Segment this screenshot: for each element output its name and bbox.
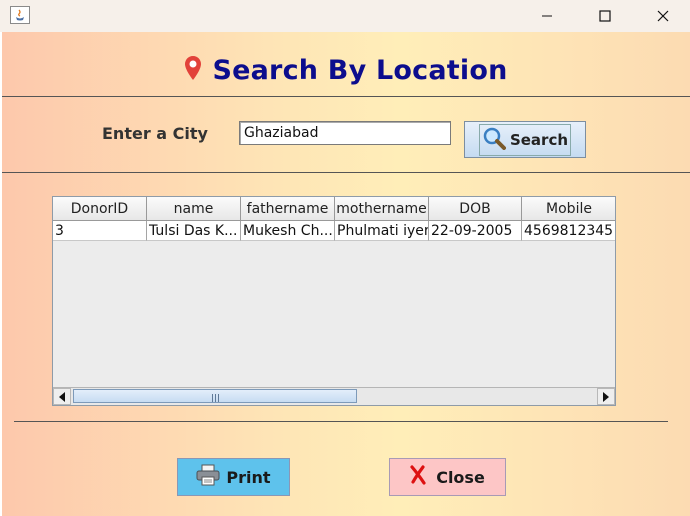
scroll-left-arrow-icon[interactable] xyxy=(53,388,71,405)
table-cell[interactable]: Tulsi Das K... xyxy=(147,221,241,241)
divider xyxy=(2,172,690,173)
title-bar xyxy=(0,0,690,32)
divider xyxy=(14,421,668,422)
printer-icon xyxy=(196,464,220,490)
horizontal-scrollbar[interactable] xyxy=(53,387,615,405)
search-button-label: Search xyxy=(509,130,569,149)
page-heading: Search By Location xyxy=(2,50,690,90)
search-button[interactable]: Search xyxy=(464,121,586,158)
red-x-icon xyxy=(410,465,426,489)
java-app-icon xyxy=(10,6,30,24)
city-input[interactable] xyxy=(239,121,451,145)
table-cell[interactable]: Phulmati iyer xyxy=(335,221,429,241)
scroll-right-arrow-icon[interactable] xyxy=(597,388,615,405)
page-title: Search By Location xyxy=(212,54,508,86)
column-header[interactable]: name xyxy=(147,197,241,221)
location-pin-icon xyxy=(184,55,202,85)
table-header: DonorID name fathername mothername DOB M… xyxy=(53,197,615,221)
search-button-inner: Search xyxy=(478,123,572,156)
minimize-button[interactable] xyxy=(524,0,570,32)
magnifier-icon xyxy=(482,126,506,154)
print-button[interactable]: Print xyxy=(177,458,290,496)
column-header[interactable]: mothername xyxy=(335,197,429,221)
table-cell[interactable]: 22-09-2005 xyxy=(429,221,522,241)
scrollbar-thumb[interactable] xyxy=(73,389,357,403)
close-button[interactable]: Close xyxy=(389,458,506,496)
column-header[interactable]: fathername xyxy=(241,197,335,221)
table-cell[interactable]: Mukesh Ch... xyxy=(241,221,335,241)
close-button-label: Close xyxy=(436,467,485,487)
table-cell[interactable]: 4569812345 xyxy=(522,221,615,241)
window-close-button[interactable] xyxy=(640,0,686,32)
table-cell[interactable]: 3 xyxy=(53,221,147,241)
grip-icon xyxy=(211,387,220,406)
donor-table[interactable]: DonorID name fathername mothername DOB M… xyxy=(52,196,616,406)
maximize-button[interactable] xyxy=(582,0,628,32)
column-header[interactable]: DOB xyxy=(429,197,522,221)
divider xyxy=(2,96,690,97)
column-header[interactable]: DonorID xyxy=(53,197,147,221)
search-panel: Search By Location Enter a City Search D… xyxy=(2,32,690,516)
table-row[interactable]: 3 Tulsi Das K... Mukesh Ch... Phulmati i… xyxy=(53,221,615,241)
city-label: Enter a City xyxy=(102,124,208,143)
print-button-label: Print xyxy=(226,467,271,487)
column-header[interactable]: Mobile xyxy=(522,197,615,221)
